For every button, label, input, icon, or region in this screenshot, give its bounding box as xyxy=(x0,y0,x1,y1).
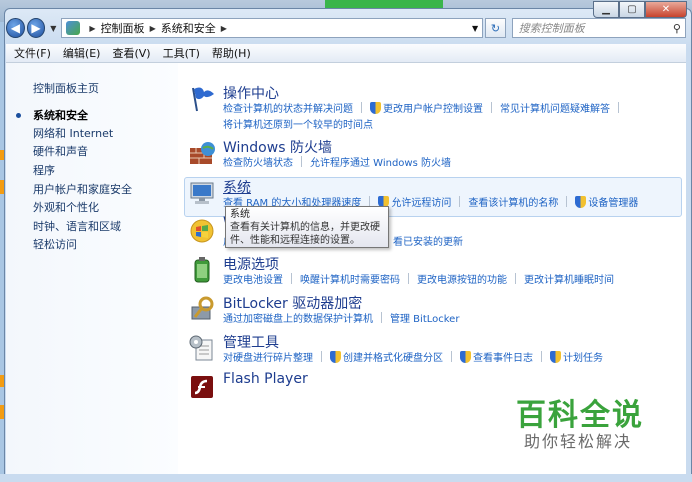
window-bottom-border xyxy=(0,474,692,482)
sidebar-item-user-accounts[interactable]: 用户帐户和家庭安全 xyxy=(33,181,132,197)
active-bullet-icon xyxy=(16,113,21,118)
partition-link[interactable]: 创建并格式化硬盘分区 xyxy=(343,349,443,364)
sidebar-item-appearance[interactable]: 外观和个性化 xyxy=(33,199,99,215)
power-options-icon xyxy=(194,257,210,283)
address-bar[interactable]: ▶ 控制面板 ▶ 系统和安全 ▶ ▼ xyxy=(61,18,484,38)
search-placeholder: 搜索控制面板 xyxy=(518,22,585,35)
change-uac-link[interactable]: 更改用户帐户控制设置 xyxy=(383,100,483,115)
menu-view[interactable]: 查看(V) xyxy=(112,45,150,61)
flash-player-icon xyxy=(191,376,213,398)
action-center-links: 检查计算机的状态并解决问题 更改用户帐户控制设置 常见计算机问题疑难解答 xyxy=(223,100,627,115)
sidebar: 控制面板主页 系统和安全 网络和 Internet 硬件和声音 程序 用户帐户和… xyxy=(6,63,178,474)
breadcrumb-separator-icon: ▶ xyxy=(220,23,227,33)
back-button[interactable]: ◀ xyxy=(6,18,25,38)
breadcrumb-separator-icon: ▶ xyxy=(89,23,96,33)
sidebar-item-programs[interactable]: 程序 xyxy=(33,162,55,178)
event-log-shield-icon xyxy=(460,350,471,363)
computer-icon xyxy=(190,182,214,204)
device-manager-link[interactable]: 设备管理器 xyxy=(588,194,638,209)
device-manager-shield-icon xyxy=(575,195,587,208)
bitlocker-key-icon xyxy=(191,296,214,320)
system-tooltip: 系统 查看有关计算机的信息，并更改硬 件、性能和远程连接的设置。 xyxy=(225,206,389,248)
allow-program-link[interactable]: 允许程序通过 Windows 防火墙 xyxy=(310,154,451,169)
breadcrumb-control-panel[interactable]: 控制面板 xyxy=(101,20,145,36)
defrag-link[interactable]: 对硬盘进行碎片整理 xyxy=(223,349,313,364)
flag-icon xyxy=(192,87,214,112)
check-status-link[interactable]: 检查计算机的状态并解决问题 xyxy=(223,100,353,115)
wake-password-link[interactable]: 唤醒计算机时需要密码 xyxy=(300,271,400,286)
menu-help[interactable]: 帮助(H) xyxy=(212,45,251,61)
firewall-status-link[interactable]: 检查防火墙状态 xyxy=(223,154,293,169)
sidebar-item-system-security[interactable]: 系统和安全 xyxy=(33,107,88,123)
tooltip-text-line1: 查看有关计算机的信息，并更改硬 xyxy=(230,222,380,233)
address-dropdown-icon[interactable]: ▼ xyxy=(472,24,478,33)
battery-settings-link[interactable]: 更改电池设置 xyxy=(223,271,283,286)
sidebar-home-link[interactable]: 控制面板主页 xyxy=(33,80,99,96)
sidebar-item-network[interactable]: 网络和 Internet xyxy=(33,125,113,141)
uac-shield-icon xyxy=(370,101,381,114)
admin-tools-icon xyxy=(189,335,213,361)
navigation-bar: ◀ ▶ ▼ ▶ 控制面板 ▶ 系统和安全 ▶ ▼ ↻ 搜索控制面板 ⚲ xyxy=(6,16,686,40)
firewall-links: 检查防火墙状态 允许程序通过 Windows 防火墙 xyxy=(223,154,451,169)
bitlocker-links: 通过加密磁盘上的数据保护计算机 管理 BitLocker xyxy=(223,310,459,325)
menu-tools[interactable]: 工具(T) xyxy=(163,45,200,61)
search-input[interactable]: 搜索控制面板 ⚲ xyxy=(511,18,686,38)
breadcrumb-system-security[interactable]: 系统和安全 xyxy=(161,20,216,36)
partition-shield-icon xyxy=(330,350,341,363)
search-icon[interactable]: ⚲ xyxy=(673,22,681,35)
windows-update-icon xyxy=(190,219,214,243)
event-log-link[interactable]: 查看事件日志 xyxy=(473,349,533,364)
encrypt-disk-link[interactable]: 通过加密磁盘上的数据保护计算机 xyxy=(223,310,373,325)
sleep-time-link[interactable]: 更改计算机睡眠时间 xyxy=(524,271,614,286)
control-panel-icon xyxy=(66,21,81,35)
watermark-subtitle: 助你轻松解决 xyxy=(524,432,633,451)
forward-button[interactable]: ▶ xyxy=(26,18,46,38)
tooltip-text-line2: 件、性能和远程连接的设置。 xyxy=(230,235,360,246)
tooltip-title: 系统 xyxy=(230,209,250,220)
action-center-links-2: 将计算机还原到一个较早的时间点 xyxy=(223,116,373,131)
remote-access-link[interactable]: 允许远程访问 xyxy=(391,194,451,209)
admin-tools-links: 对硬盘进行碎片整理 创建并格式化硬盘分区 查看事件日志 计划任务 xyxy=(223,349,603,364)
power-button-link[interactable]: 更改电源按钮的功能 xyxy=(417,271,507,286)
restore-computer-link[interactable]: 将计算机还原到一个较早的时间点 xyxy=(223,116,373,131)
breadcrumb-separator-icon: ▶ xyxy=(149,23,156,33)
sidebar-item-clock-language[interactable]: 时钟、语言和区域 xyxy=(33,218,121,234)
installed-updates-link[interactable]: 看已安装的更新 xyxy=(393,233,463,248)
task-scheduler-shield-icon xyxy=(550,350,561,363)
menu-edit[interactable]: 编辑(E) xyxy=(63,45,101,61)
flash-player-title[interactable]: Flash Player xyxy=(223,371,308,387)
power-links: 更改电池设置 唤醒计算机时需要密码 更改电源按钮的功能 更改计算机睡眠时间 xyxy=(223,271,614,286)
task-scheduler-link[interactable]: 计划任务 xyxy=(563,349,603,364)
recent-pages-dropdown-icon[interactable]: ▼ xyxy=(50,24,56,33)
menu-bar: 文件(F) 编辑(E) 查看(V) 工具(T) 帮助(H) xyxy=(6,44,686,63)
manage-bitlocker-link[interactable]: 管理 BitLocker xyxy=(390,310,459,325)
refresh-button[interactable]: ↻ xyxy=(485,18,506,38)
firewall-icon xyxy=(190,142,215,164)
troubleshoot-link[interactable]: 常见计算机问题疑难解答 xyxy=(500,100,610,115)
sidebar-item-hardware-sound[interactable]: 硬件和声音 xyxy=(33,143,88,159)
menu-file[interactable]: 文件(F) xyxy=(14,45,51,61)
computer-name-link[interactable]: 查看该计算机的名称 xyxy=(468,194,558,209)
sidebar-item-ease-of-access[interactable]: 轻松访问 xyxy=(33,236,77,252)
